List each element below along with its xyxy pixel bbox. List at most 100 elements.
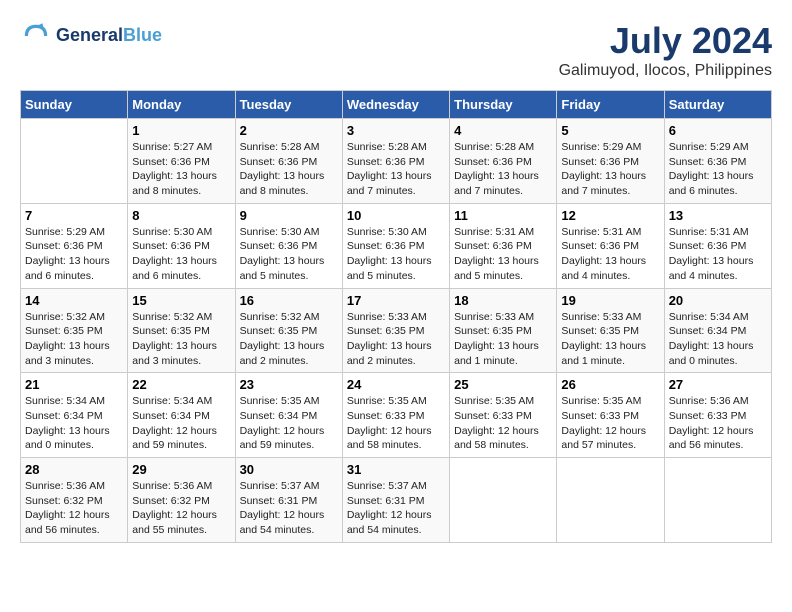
calendar-cell: 17 Sunrise: 5:33 AM Sunset: 6:35 PM Dayli…: [342, 288, 449, 373]
day-number: 12: [561, 208, 659, 223]
page-header: GeneralBlue July 2024 Galimuyod, Ilocos,…: [20, 20, 772, 80]
day-info: Sunrise: 5:33 AM Sunset: 6:35 PM Dayligh…: [454, 310, 552, 369]
day-info: Sunrise: 5:29 AM Sunset: 6:36 PM Dayligh…: [669, 140, 767, 199]
calendar-cell: 14 Sunrise: 5:32 AM Sunset: 6:35 PM Dayli…: [21, 288, 128, 373]
calendar-cell: 28Sunrise: 5:36 AM Sunset: 6:32 PM Dayli…: [21, 458, 128, 543]
logo-icon: [20, 20, 52, 52]
day-number: 31: [347, 462, 445, 477]
day-number: 3: [347, 123, 445, 138]
calendar-cell: 20 Sunrise: 5:34 AM Sunset: 6:34 PM Dayli…: [664, 288, 771, 373]
calendar-cell: 4 Sunrise: 5:28 AM Sunset: 6:36 PM Daylig…: [450, 119, 557, 204]
day-number: 20: [669, 293, 767, 308]
day-number: 18: [454, 293, 552, 308]
calendar-cell: 16 Sunrise: 5:32 AM Sunset: 6:35 PM Dayli…: [235, 288, 342, 373]
day-number: 22: [132, 377, 230, 392]
logo-text: GeneralBlue: [56, 26, 162, 46]
calendar-cell: 1Sunrise: 5:27 AM Sunset: 6:36 PM Daylig…: [128, 119, 235, 204]
weekday-header-saturday: Saturday: [664, 91, 771, 119]
day-number: 6: [669, 123, 767, 138]
day-number: 16: [240, 293, 338, 308]
calendar-cell: 21Sunrise: 5:34 AM Sunset: 6:34 PM Dayli…: [21, 373, 128, 458]
day-info: Sunrise: 5:31 AM Sunset: 6:36 PM Dayligh…: [669, 225, 767, 284]
calendar-week-3: 14 Sunrise: 5:32 AM Sunset: 6:35 PM Dayli…: [21, 288, 772, 373]
day-number: 15: [132, 293, 230, 308]
day-number: 26: [561, 377, 659, 392]
day-info: Sunrise: 5:32 AM Sunset: 6:35 PM Dayligh…: [240, 310, 338, 369]
location: Galimuyod, Ilocos, Philippines: [559, 62, 772, 80]
day-number: 1: [132, 123, 230, 138]
calendar-cell: 8Sunrise: 5:30 AM Sunset: 6:36 PM Daylig…: [128, 203, 235, 288]
day-number: 21: [25, 377, 123, 392]
day-info: Sunrise: 5:35 AM Sunset: 6:33 PM Dayligh…: [561, 394, 659, 453]
day-info: Sunrise: 5:31 AM Sunset: 6:36 PM Dayligh…: [454, 225, 552, 284]
calendar-cell: 2 Sunrise: 5:28 AM Sunset: 6:36 PM Daylig…: [235, 119, 342, 204]
day-number: 29: [132, 462, 230, 477]
calendar-cell: 7 Sunrise: 5:29 AM Sunset: 6:36 PM Daylig…: [21, 203, 128, 288]
weekday-header-tuesday: Tuesday: [235, 91, 342, 119]
calendar-cell: [450, 458, 557, 543]
day-info: Sunrise: 5:37 AM Sunset: 6:31 PM Dayligh…: [347, 479, 445, 538]
calendar-cell: 10Sunrise: 5:30 AM Sunset: 6:36 PM Dayli…: [342, 203, 449, 288]
day-number: 13: [669, 208, 767, 223]
day-number: 14: [25, 293, 123, 308]
day-number: 27: [669, 377, 767, 392]
calendar-week-2: 7 Sunrise: 5:29 AM Sunset: 6:36 PM Daylig…: [21, 203, 772, 288]
calendar-cell: 27Sunrise: 5:36 AM Sunset: 6:33 PM Dayli…: [664, 373, 771, 458]
calendar-week-5: 28 Sunrise: 5:36 AM Sunset: 6:32 PM Dayli…: [21, 458, 772, 543]
calendar-cell: 3 Sunrise: 5:28 AM Sunset: 6:36 PM Daylig…: [342, 119, 449, 204]
day-info: Sunrise: 5:33 AM Sunset: 6:35 PM Dayligh…: [347, 310, 445, 369]
day-info: Sunrise: 5:36 AM Sunset: 6:32 PM Dayligh…: [132, 479, 230, 538]
day-number: 17: [347, 293, 445, 308]
day-info: Sunrise: 5:34 AM Sunset: 6:34 PM Dayligh…: [132, 394, 230, 453]
calendar-cell: 30Sunrise: 5:37 AM Sunset: 6:31 PM Dayli…: [235, 458, 342, 543]
weekday-header-sunday: Sunday: [21, 91, 128, 119]
calendar-cell: 13 Sunrise: 5:31 AM Sunset: 6:36 PM Dayli…: [664, 203, 771, 288]
day-number: 10: [347, 208, 445, 223]
calendar-cell: 5 Sunrise: 5:29 AM Sunset: 6:36 PM Daylig…: [557, 119, 664, 204]
day-number: 23: [240, 377, 338, 392]
day-info: Sunrise: 5:28 AM Sunset: 6:36 PM Dayligh…: [347, 140, 445, 199]
day-number: 7: [25, 208, 123, 223]
weekday-header-wednesday: Wednesday: [342, 91, 449, 119]
calendar-cell: 18 Sunrise: 5:33 AM Sunset: 6:35 PM Dayli…: [450, 288, 557, 373]
day-number: 11: [454, 208, 552, 223]
day-number: 30: [240, 462, 338, 477]
calendar-week-4: 21 Sunrise: 5:34 AM Sunset: 6:34 PM Dayli…: [21, 373, 772, 458]
day-info: Sunrise: 5:29 AM Sunset: 6:36 PM Dayligh…: [561, 140, 659, 199]
calendar-cell: 12Sunrise: 5:31 AM Sunset: 6:36 PM Dayli…: [557, 203, 664, 288]
calendar-cell: 22 Sunrise: 5:34 AM Sunset: 6:34 PM Dayli…: [128, 373, 235, 458]
calendar-cell: [664, 458, 771, 543]
weekday-header-thursday: Thursday: [450, 91, 557, 119]
day-number: 2: [240, 123, 338, 138]
calendar-cell: 24 Sunrise: 5:35 AM Sunset: 6:33 PM Dayli…: [342, 373, 449, 458]
day-number: 28: [25, 462, 123, 477]
calendar-cell: 6 Sunrise: 5:29 AM Sunset: 6:36 PM Daylig…: [664, 119, 771, 204]
day-info: Sunrise: 5:30 AM Sunset: 6:36 PM Dayligh…: [240, 225, 338, 284]
day-info: Sunrise: 5:28 AM Sunset: 6:36 PM Dayligh…: [454, 140, 552, 199]
day-number: 4: [454, 123, 552, 138]
day-info: Sunrise: 5:34 AM Sunset: 6:34 PM Dayligh…: [669, 310, 767, 369]
day-info: Sunrise: 5:35 AM Sunset: 6:33 PM Dayligh…: [454, 394, 552, 453]
calendar-cell: [21, 119, 128, 204]
day-info: Sunrise: 5:35 AM Sunset: 6:33 PM Dayligh…: [347, 394, 445, 453]
day-number: 24: [347, 377, 445, 392]
day-number: 19: [561, 293, 659, 308]
logo: GeneralBlue: [20, 20, 162, 52]
weekday-header-monday: Monday: [128, 91, 235, 119]
calendar-week-1: 1Sunrise: 5:27 AM Sunset: 6:36 PM Daylig…: [21, 119, 772, 204]
title-block: July 2024 Galimuyod, Ilocos, Philippines: [559, 20, 772, 80]
weekday-header-friday: Friday: [557, 91, 664, 119]
day-info: Sunrise: 5:32 AM Sunset: 6:35 PM Dayligh…: [25, 310, 123, 369]
calendar-cell: 26 Sunrise: 5:35 AM Sunset: 6:33 PM Dayli…: [557, 373, 664, 458]
calendar-cell: 9 Sunrise: 5:30 AM Sunset: 6:36 PM Daylig…: [235, 203, 342, 288]
day-info: Sunrise: 5:28 AM Sunset: 6:36 PM Dayligh…: [240, 140, 338, 199]
calendar-table: SundayMondayTuesdayWednesdayThursdayFrid…: [20, 90, 772, 543]
day-info: Sunrise: 5:29 AM Sunset: 6:36 PM Dayligh…: [25, 225, 123, 284]
month-year: July 2024: [559, 20, 772, 62]
calendar-cell: 15Sunrise: 5:32 AM Sunset: 6:35 PM Dayli…: [128, 288, 235, 373]
calendar-cell: 25 Sunrise: 5:35 AM Sunset: 6:33 PM Dayli…: [450, 373, 557, 458]
day-number: 25: [454, 377, 552, 392]
day-info: Sunrise: 5:30 AM Sunset: 6:36 PM Dayligh…: [132, 225, 230, 284]
day-number: 9: [240, 208, 338, 223]
day-number: 5: [561, 123, 659, 138]
